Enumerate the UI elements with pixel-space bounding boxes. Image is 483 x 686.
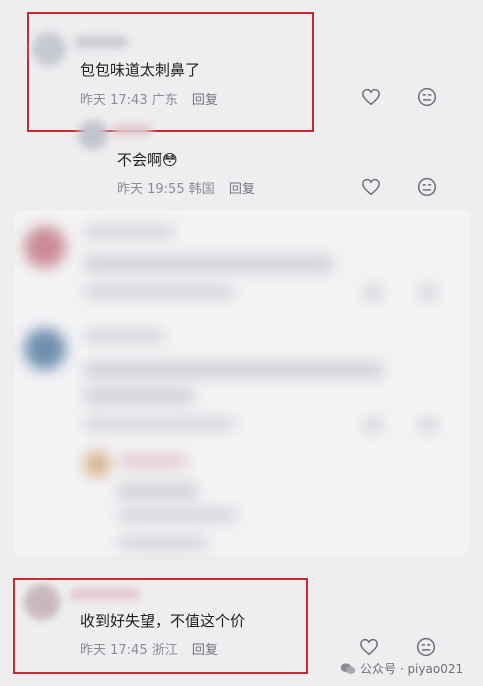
neutral-face-icon bbox=[417, 177, 437, 197]
comment-meta: 昨天 17:45 浙江 回复 bbox=[80, 639, 218, 658]
blurred-comment bbox=[14, 320, 469, 440]
reply-button[interactable]: 回复 bbox=[192, 643, 218, 658]
comment-meta: 昨天 17:43 广东 回复 bbox=[80, 89, 218, 108]
dislike-button[interactable] bbox=[415, 636, 437, 658]
comment-meta: 昨天 19:55 韩国 回复 bbox=[117, 178, 255, 197]
like-button[interactable] bbox=[358, 636, 380, 658]
reply-button[interactable]: 回复 bbox=[192, 93, 218, 108]
comment-text: 包包味道太刺鼻了 bbox=[80, 61, 201, 79]
watermark-text: 公众号 · piyao021 bbox=[360, 662, 464, 676]
avatar bbox=[24, 584, 60, 620]
neutral-face-icon bbox=[416, 637, 436, 657]
reply-button[interactable]: 回复 bbox=[229, 182, 255, 197]
blurred-comment bbox=[14, 445, 469, 555]
like-button[interactable] bbox=[360, 86, 382, 108]
comment-time: 昨天 19:55 bbox=[117, 182, 185, 197]
neutral-face-icon bbox=[417, 87, 437, 107]
heart-icon bbox=[360, 638, 378, 656]
avatar bbox=[32, 32, 66, 66]
comment-location: 韩国 bbox=[188, 182, 215, 197]
watermark: 公众号 · piyao021 bbox=[340, 660, 463, 677]
comment-location: 广东 bbox=[151, 93, 178, 108]
avatar bbox=[78, 120, 108, 150]
username-blurred bbox=[70, 588, 140, 600]
dislike-button[interactable] bbox=[416, 86, 438, 108]
dislike-button[interactable] bbox=[416, 176, 438, 198]
comment-text: 不会啊😳 bbox=[117, 151, 178, 169]
heart-icon bbox=[362, 88, 380, 106]
username-blurred bbox=[112, 124, 152, 136]
blurred-comment bbox=[14, 210, 469, 310]
heart-icon bbox=[362, 178, 380, 196]
wechat-icon bbox=[340, 662, 356, 674]
comment-text: 收到好失望，不值这个价 bbox=[80, 612, 246, 630]
blurred-comments-region bbox=[14, 210, 469, 555]
comment-location: 浙江 bbox=[151, 643, 178, 658]
comment-time: 昨天 17:45 bbox=[80, 643, 148, 658]
username-blurred bbox=[74, 36, 128, 48]
comment-time: 昨天 17:43 bbox=[80, 93, 148, 108]
like-button[interactable] bbox=[360, 176, 382, 198]
